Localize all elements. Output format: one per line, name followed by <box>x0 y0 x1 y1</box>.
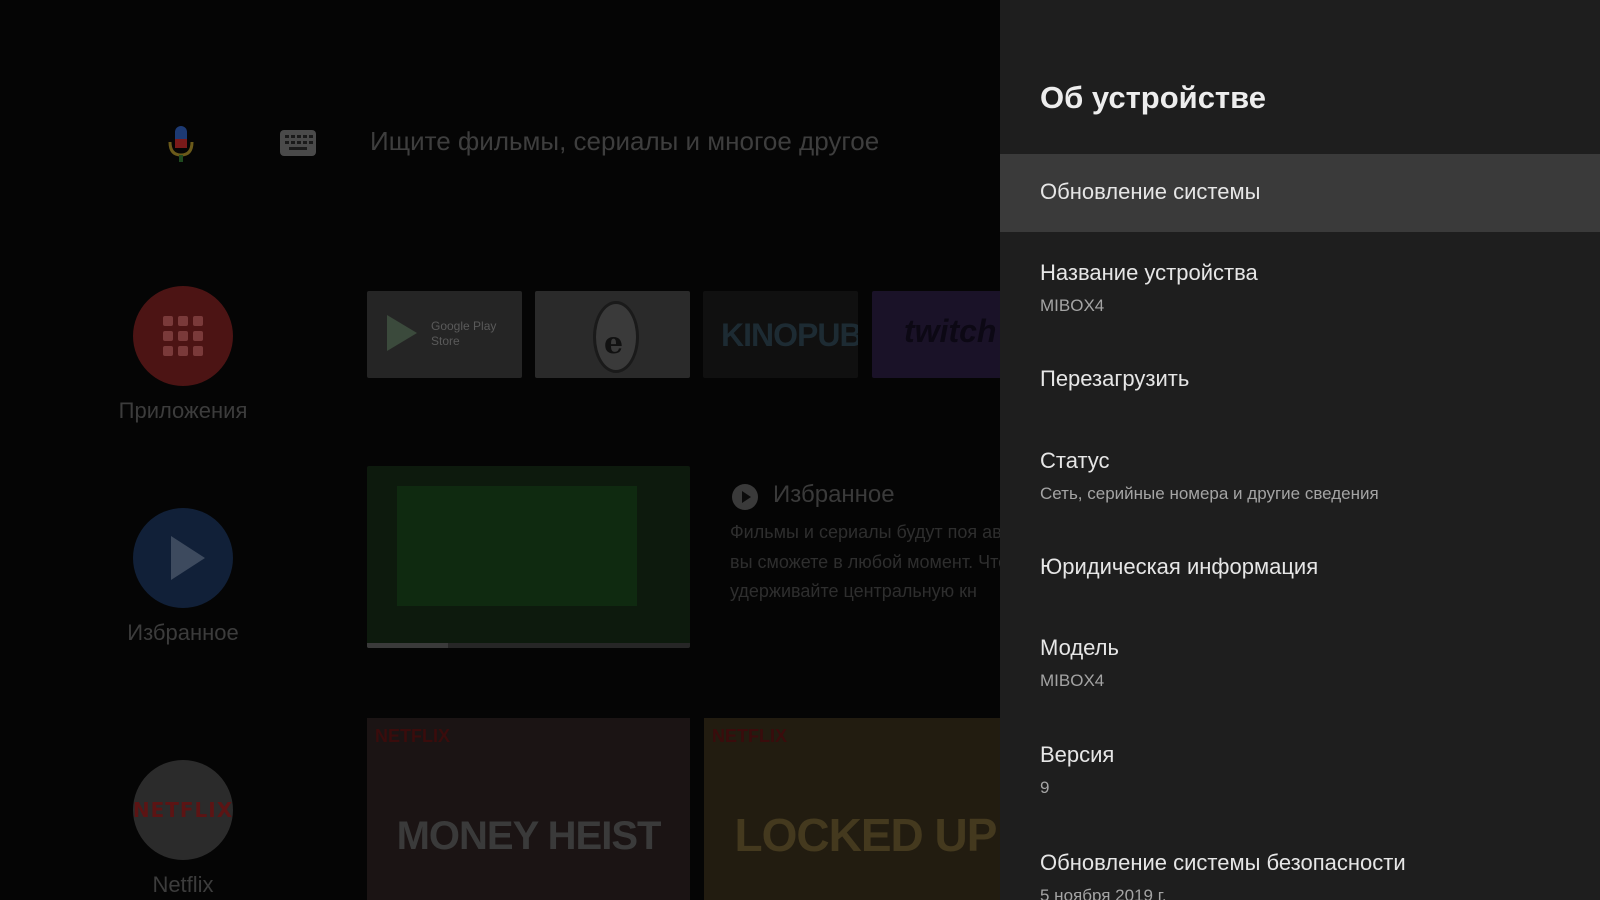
netflix-badge: NETFLIX <box>375 726 450 746</box>
menu-item-title: Название устройства <box>1040 260 1258 285</box>
video-progress-fill <box>367 643 448 648</box>
menu-item-status[interactable]: Статус Сеть, серийные номера и другие св… <box>1000 430 1600 524</box>
menu-item-title: Юридическая информация <box>1040 554 1319 579</box>
menu-item-subtitle: 5 ноября 2019 г. <box>1040 886 1167 900</box>
netflix-logo-text: NETFLIX <box>132 798 234 822</box>
sidebar-item-netflix[interactable]: NETFLIX Netflix <box>100 760 266 898</box>
menu-item-restart[interactable]: Перезагрузить <box>1000 346 1600 416</box>
menu-item-title: Обновление системы безопасности <box>1040 850 1406 875</box>
menu-item-title: Перезагрузить <box>1040 366 1190 391</box>
google-play-icon <box>387 315 417 351</box>
menu-item-subtitle: 9 <box>1040 778 1050 797</box>
apps-grid-icon <box>133 286 233 386</box>
poster-title: MONEY HEIST <box>396 814 662 858</box>
menu-item-title: Обновление системы <box>1040 179 1261 204</box>
poster-tile[interactable]: NETFLIX MONEY HEIST <box>367 718 690 900</box>
search-field[interactable]: Ищите фильмы, сериалы и многое другое <box>370 126 879 157</box>
menu-item-subtitle: MIBOX4 <box>1040 296 1105 315</box>
menu-item-subtitle: MIBOX4 <box>1040 671 1105 690</box>
menu-item-title: Статус <box>1040 448 1110 473</box>
home-launcher-background: Ищите фильмы, сериалы и многое другое Пр… <box>0 0 1000 900</box>
app-tile-e-app[interactable]: e <box>535 291 690 378</box>
menu-item-title: Модель <box>1040 635 1119 660</box>
netflix-badge: NETFLIX <box>712 726 787 746</box>
menu-item-security-update[interactable]: Обновление системы безопасности 5 ноября… <box>1000 832 1600 900</box>
menu-item-model[interactable]: Модель MIBOX4 <box>1000 617 1600 711</box>
sidebar-item-favorites[interactable]: Избранное <box>100 508 266 646</box>
menu-item-legal-info[interactable]: Юридическая информация <box>1000 534 1600 604</box>
menu-item-title: Версия <box>1040 742 1115 767</box>
poster-title: LOCKED UP <box>734 809 998 861</box>
netflix-logo: NETFLIX <box>133 760 233 860</box>
sidebar-item-label: Приложения <box>118 398 248 423</box>
page-title: Об устройстве <box>1040 80 1267 115</box>
menu-item-version[interactable]: Версия 9 <box>1000 724 1600 818</box>
about-device-panel: Об устройстве Обновление системы Названи… <box>1000 0 1600 900</box>
e-app-logo-icon: e <box>593 301 639 373</box>
menu-item-device-name[interactable]: Название устройства MIBOX4 <box>1000 242 1600 336</box>
play-icon <box>133 508 233 608</box>
menu-item-system-update[interactable]: Обновление системы <box>1000 154 1600 232</box>
app-tile-label: KINOPUB <box>721 317 858 353</box>
app-tile-twitch[interactable]: twitch <box>872 291 1000 378</box>
app-tile-label: Google Play Store <box>431 319 497 348</box>
favorites-row-title: Избранное <box>773 481 895 508</box>
favorites-row-description: Фильмы и сериалы будут поя автоматически… <box>730 522 1000 601</box>
sidebar-item-label: Избранное <box>127 620 239 645</box>
menu-item-subtitle: Сеть, серийные номера и другие сведения <box>1040 484 1379 503</box>
app-tile-google-play[interactable]: Google Play Store <box>367 291 522 378</box>
app-tile-kinopub[interactable]: KINOPUB <box>703 291 858 378</box>
sidebar-item-label: Netflix <box>152 872 214 897</box>
poster-tile[interactable]: NETFLIX LOCKED UP <box>704 718 1000 900</box>
app-tile-label: twitch <box>904 313 997 349</box>
microphone-icon[interactable] <box>166 124 196 164</box>
favorites-video-thumbnail[interactable] <box>367 466 690 648</box>
sidebar-item-apps[interactable]: Приложения <box>100 286 266 424</box>
play-circle-icon <box>732 484 758 510</box>
keyboard-icon[interactable] <box>280 130 316 156</box>
